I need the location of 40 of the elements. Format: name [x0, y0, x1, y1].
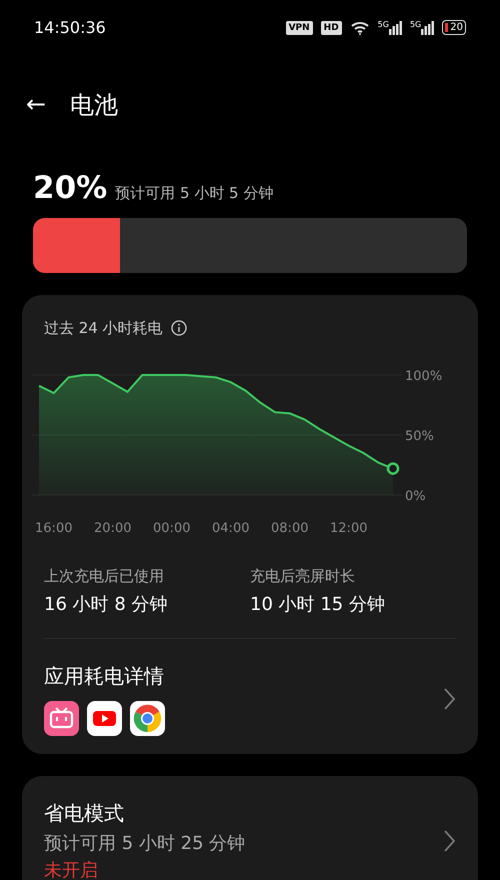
network-type: 5G [378, 20, 389, 28]
stat-value: 10 小时 15 分钟 [250, 593, 386, 617]
stat-value: 16 小时 8 分钟 [44, 593, 169, 617]
chevron-icon [442, 829, 456, 853]
app-usage-row[interactable]: 应用耗电详情 [44, 639, 456, 754]
wifi-icon [350, 20, 370, 34]
section-title: 省电模式 [44, 800, 125, 827]
ring-app-icon [130, 701, 165, 736]
x-tick-label: 12:00 [330, 520, 368, 536]
power-saving-row[interactable]: 省电模式 预计可用 5 小时 25 分钟 未开启 [44, 798, 456, 880]
tv-app-icon [44, 701, 79, 736]
y-tick-label: 50% [405, 428, 434, 444]
estimate-text: 预计可用 5 小时 25 分钟 [44, 832, 246, 856]
battery-percent: 20% [33, 173, 108, 204]
x-tick-label: 04:00 [212, 520, 250, 536]
page-title: 电池 [70, 90, 118, 121]
section-title: 应用耗电详情 [44, 663, 165, 690]
battery-indicator: 20 [442, 20, 466, 35]
stat-label: 充电后亮屏时长 [250, 566, 356, 586]
status-text: 未开启 [44, 859, 99, 880]
section-title: 过去 24 小时耗电 [44, 318, 163, 339]
vpn-indicator: VPN [286, 20, 313, 34]
chevron-icon [442, 686, 456, 710]
signal-icon [388, 20, 402, 34]
back-button[interactable]: ← [26, 93, 46, 117]
x-tick-label: 20:00 [94, 520, 132, 536]
hd-indicator: HD [320, 20, 342, 34]
clock: 14:50:36 [34, 16, 106, 38]
time-estimate: 预计可用 5 小时 5 分钟 [115, 182, 274, 204]
info-icon[interactable] [170, 320, 187, 336]
end-point-marker [386, 462, 400, 474]
stat-label: 上次充电后已使用 [44, 566, 165, 586]
y-tick-label: 100% [405, 368, 442, 384]
x-tick-label: 08:00 [271, 520, 308, 536]
y-tick-label: 0% [405, 488, 426, 504]
network-type: 5G [410, 20, 422, 28]
x-tick-label: 16:00 [35, 520, 72, 536]
x-tick-label: 00:00 [153, 520, 190, 536]
play-app-icon [87, 701, 122, 736]
signal-icon [421, 20, 434, 34]
